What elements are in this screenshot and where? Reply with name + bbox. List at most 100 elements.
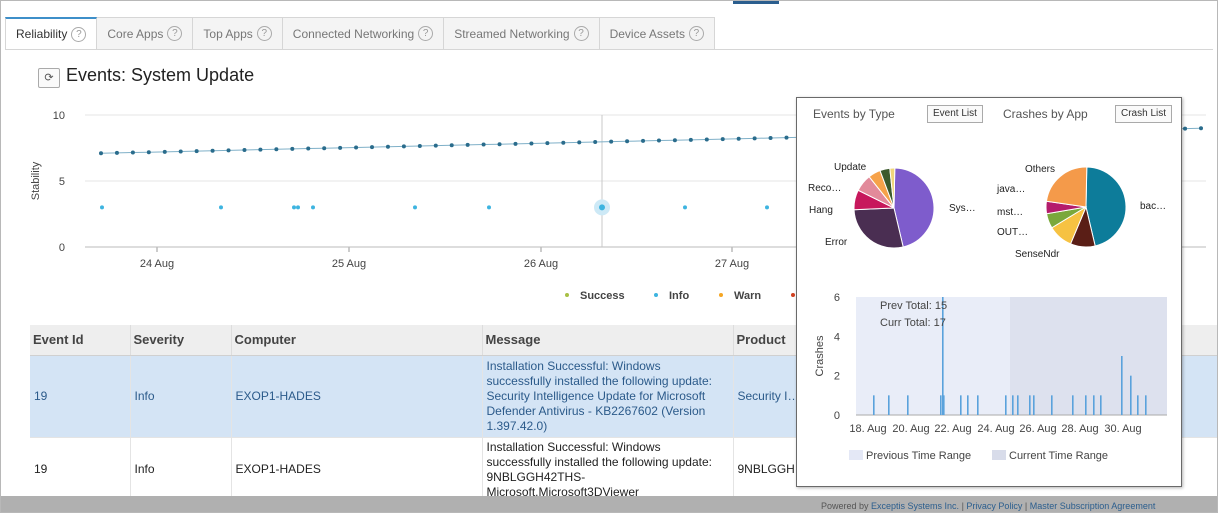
crash-bar[interactable] — [967, 395, 969, 415]
stability-point[interactable] — [130, 150, 135, 155]
stability-point[interactable] — [625, 139, 630, 144]
stability-point[interactable] — [641, 138, 646, 143]
stability-point[interactable] — [481, 142, 486, 147]
stability-point[interactable] — [1183, 126, 1188, 131]
stability-point[interactable] — [146, 150, 151, 155]
stability-point[interactable] — [577, 140, 582, 145]
stability-point[interactable] — [1199, 126, 1203, 131]
help-icon[interactable]: ? — [256, 26, 272, 41]
stability-point[interactable] — [274, 147, 279, 152]
stability-point[interactable] — [656, 138, 661, 143]
stability-point[interactable] — [497, 142, 502, 147]
info-point[interactable] — [487, 205, 491, 210]
help-icon[interactable]: ? — [71, 26, 87, 42]
crash-bar[interactable] — [1130, 375, 1132, 415]
stability-point[interactable] — [529, 141, 534, 146]
column-header[interactable]: Computer — [231, 325, 483, 356]
help-icon[interactable]: ? — [688, 26, 704, 41]
tab-core-apps[interactable]: Core Apps? — [97, 17, 194, 50]
footer-agreement-link[interactable]: Master Subscription Agreement — [1030, 501, 1156, 511]
info-point[interactable] — [311, 205, 315, 210]
footer-company-link[interactable]: Exceptis Systems Inc. — [871, 501, 959, 511]
stability-point[interactable] — [322, 146, 327, 151]
footer-privacy-link[interactable]: Privacy Policy — [966, 501, 1022, 511]
info-point[interactable] — [100, 205, 104, 210]
crash-bar[interactable] — [1012, 395, 1014, 415]
info-point[interactable] — [765, 205, 769, 210]
column-header[interactable]: Message — [482, 325, 734, 356]
info-point[interactable] — [292, 205, 296, 210]
stability-point[interactable] — [354, 145, 359, 150]
stability-point[interactable] — [194, 149, 199, 154]
crash-bar[interactable] — [960, 395, 962, 415]
tab-device-assets[interactable]: Device Assets? — [599, 17, 715, 50]
column-header[interactable]: Event Id — [30, 325, 131, 356]
crash-bar[interactable] — [1033, 395, 1035, 415]
stability-point[interactable] — [433, 143, 438, 148]
help-icon[interactable]: ? — [418, 26, 434, 41]
legend-label[interactable]: Success — [580, 290, 625, 302]
stability-point[interactable] — [752, 136, 757, 141]
stability-point[interactable] — [226, 148, 231, 153]
stability-point[interactable] — [162, 149, 167, 154]
refresh-icon[interactable]: ⟳ — [38, 68, 60, 88]
tab-top-apps[interactable]: Top Apps? — [193, 17, 283, 50]
stability-point[interactable] — [736, 136, 741, 141]
legend-label[interactable]: Previous Time Range — [866, 450, 971, 462]
legend-label[interactable]: Current Time Range — [1009, 450, 1108, 462]
stability-point[interactable] — [704, 137, 709, 142]
info-point[interactable] — [683, 205, 687, 210]
stability-point[interactable] — [609, 139, 614, 144]
crash-bar[interactable] — [977, 395, 979, 415]
crash-bar[interactable] — [1005, 395, 1007, 415]
stability-point[interactable] — [417, 144, 422, 149]
crash-bar[interactable] — [940, 395, 942, 415]
stability-point[interactable] — [593, 140, 598, 145]
crash-bar[interactable] — [1072, 395, 1074, 415]
crash-bar[interactable] — [1017, 395, 1019, 415]
stability-point[interactable] — [370, 145, 375, 150]
stability-point[interactable] — [561, 140, 566, 145]
crash-bar[interactable] — [888, 395, 890, 415]
stability-point[interactable] — [449, 143, 454, 148]
crash-bar[interactable] — [1137, 395, 1139, 415]
crash-bar[interactable] — [1051, 395, 1053, 415]
info-point[interactable] — [296, 205, 300, 210]
info-point[interactable] — [219, 205, 223, 210]
tab-streamed-networking[interactable]: Streamed Networking? — [444, 17, 600, 50]
stability-point[interactable] — [290, 146, 295, 151]
stability-point[interactable] — [178, 149, 183, 154]
crash-bar[interactable] — [1093, 395, 1095, 415]
stability-point[interactable] — [465, 142, 470, 147]
crash-bar[interactable] — [1029, 395, 1031, 415]
stability-point[interactable] — [720, 137, 725, 142]
stability-point[interactable] — [688, 137, 693, 142]
help-icon[interactable]: ? — [167, 26, 183, 41]
stability-point[interactable] — [258, 147, 263, 152]
stability-point[interactable] — [338, 145, 343, 150]
crash-bar[interactable] — [1121, 356, 1123, 415]
stability-point[interactable] — [114, 150, 119, 155]
stability-point[interactable] — [242, 148, 247, 153]
stability-point[interactable] — [210, 148, 215, 153]
help-icon[interactable]: ? — [573, 26, 589, 41]
column-header[interactable]: Severity — [130, 325, 232, 356]
tab-connected-networking[interactable]: Connected Networking? — [282, 17, 445, 50]
stability-point[interactable] — [768, 136, 773, 141]
legend-label[interactable]: Warn — [734, 290, 761, 302]
stability-point[interactable] — [545, 141, 550, 146]
crash-bar[interactable] — [907, 395, 909, 415]
crash-bar[interactable] — [1100, 395, 1102, 415]
crash-bar[interactable] — [942, 297, 944, 415]
crash-bar[interactable] — [1145, 395, 1147, 415]
stability-point[interactable] — [784, 135, 789, 140]
stability-point[interactable] — [401, 144, 406, 149]
info-point[interactable] — [599, 204, 605, 211]
tab-reliability[interactable]: Reliability? — [5, 17, 98, 50]
stability-point[interactable] — [672, 138, 677, 143]
crash-bar[interactable] — [1085, 395, 1087, 415]
info-point[interactable] — [413, 205, 417, 210]
crash-bar[interactable] — [873, 395, 875, 415]
legend-label[interactable]: Info — [669, 290, 689, 302]
stability-point[interactable] — [513, 141, 518, 146]
